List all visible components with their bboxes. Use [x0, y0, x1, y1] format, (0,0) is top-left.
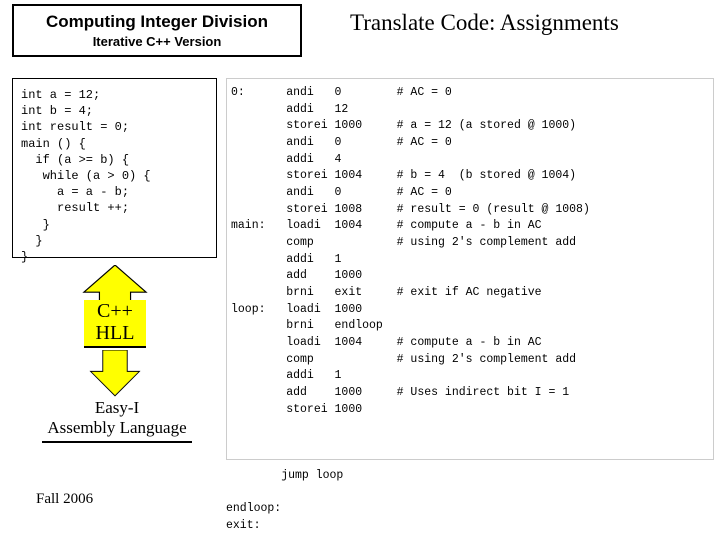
title-box: Computing Integer Division Iterative C++…: [12, 4, 302, 57]
easy-assembly-label: Easy-I Assembly Language: [42, 398, 192, 443]
slide-title: Translate Code: Assignments: [350, 10, 619, 36]
cpp-code-block: int a = 12; int b = 4; int result = 0; m…: [12, 78, 217, 258]
assembly-footer-block: jump loop endloop: exit:: [226, 468, 343, 535]
cpp-hll-label: C++ HLL: [84, 300, 146, 348]
subtitle: Iterative C++ Version: [22, 34, 292, 49]
assembly-code-block: 0: andi 0 # AC = 0 addi 12 storei 1000 #…: [226, 78, 714, 460]
title: Computing Integer Division: [22, 12, 292, 32]
footer-text: Fall 2006: [36, 491, 93, 508]
